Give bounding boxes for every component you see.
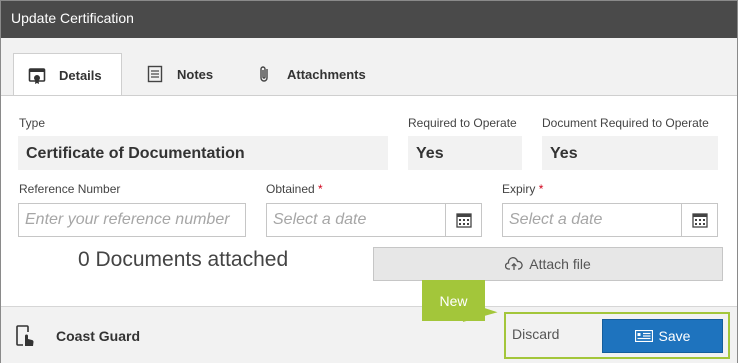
- tab-notes-label: Notes: [177, 66, 214, 82]
- attach-file-label: Attach file: [529, 256, 591, 272]
- reference-number-label: Reference Number: [19, 182, 121, 196]
- required-marker: *: [318, 182, 323, 196]
- tab-notes[interactable]: Notes: [146, 53, 246, 95]
- tab-attachments-label: Attachments: [287, 66, 366, 82]
- new-callout-text: New: [439, 292, 468, 309]
- save-label: Save: [658, 328, 691, 344]
- organization-name: Coast Guard: [56, 328, 141, 344]
- calendar-icon[interactable]: [681, 204, 717, 236]
- save-icon: [634, 330, 653, 342]
- type-label: Type: [19, 116, 46, 130]
- attach-file-button[interactable]: Attach file: [373, 247, 723, 281]
- tab-attachments[interactable]: Attachments: [256, 53, 386, 95]
- expiry-date-input[interactable]: Select a date: [509, 211, 602, 229]
- obtained-label: Obtained *: [266, 182, 323, 196]
- document-required-value: Yes: [542, 136, 718, 170]
- type-value: Certificate of Documentation: [18, 136, 388, 170]
- tab-details-label: Details: [59, 68, 102, 83]
- paperclip-icon: [256, 65, 274, 83]
- obtained-date-field[interactable]: Select a date: [266, 203, 482, 237]
- tab-bar: Details Notes Attachments: [1, 38, 737, 97]
- dialog-title: Update Certification: [11, 10, 134, 26]
- touch-device-icon: [15, 324, 37, 353]
- document-required-label: Document Required to Operate: [542, 116, 709, 130]
- obtained-date-input[interactable]: Select a date: [273, 211, 366, 229]
- tab-details[interactable]: Details: [13, 53, 122, 97]
- notes-icon: [146, 65, 164, 83]
- required-to-operate-value: Yes: [408, 136, 522, 170]
- required-to-operate-label: Required to Operate: [408, 116, 517, 130]
- expiry-label-text: Expiry: [502, 182, 536, 196]
- certificate-icon: [28, 67, 46, 85]
- new-callout: New: [422, 280, 485, 321]
- calendar-icon[interactable]: [445, 204, 481, 236]
- reference-number-input[interactable]: Enter your reference number: [18, 203, 246, 237]
- expiry-label: Expiry *: [502, 182, 543, 196]
- save-button[interactable]: Save: [602, 319, 723, 353]
- expiry-date-field[interactable]: Select a date: [502, 203, 718, 237]
- discard-button[interactable]: Discard: [512, 326, 559, 342]
- update-certification-dialog: Update Certification Details Notes Attac…: [0, 0, 738, 363]
- required-marker: *: [538, 182, 544, 196]
- obtained-label-text: Obtained: [266, 182, 315, 196]
- title-bar: Update Certification: [1, 1, 737, 38]
- documents-attached-count: 0 Documents attached: [78, 248, 289, 271]
- cloud-upload-icon: [505, 257, 523, 271]
